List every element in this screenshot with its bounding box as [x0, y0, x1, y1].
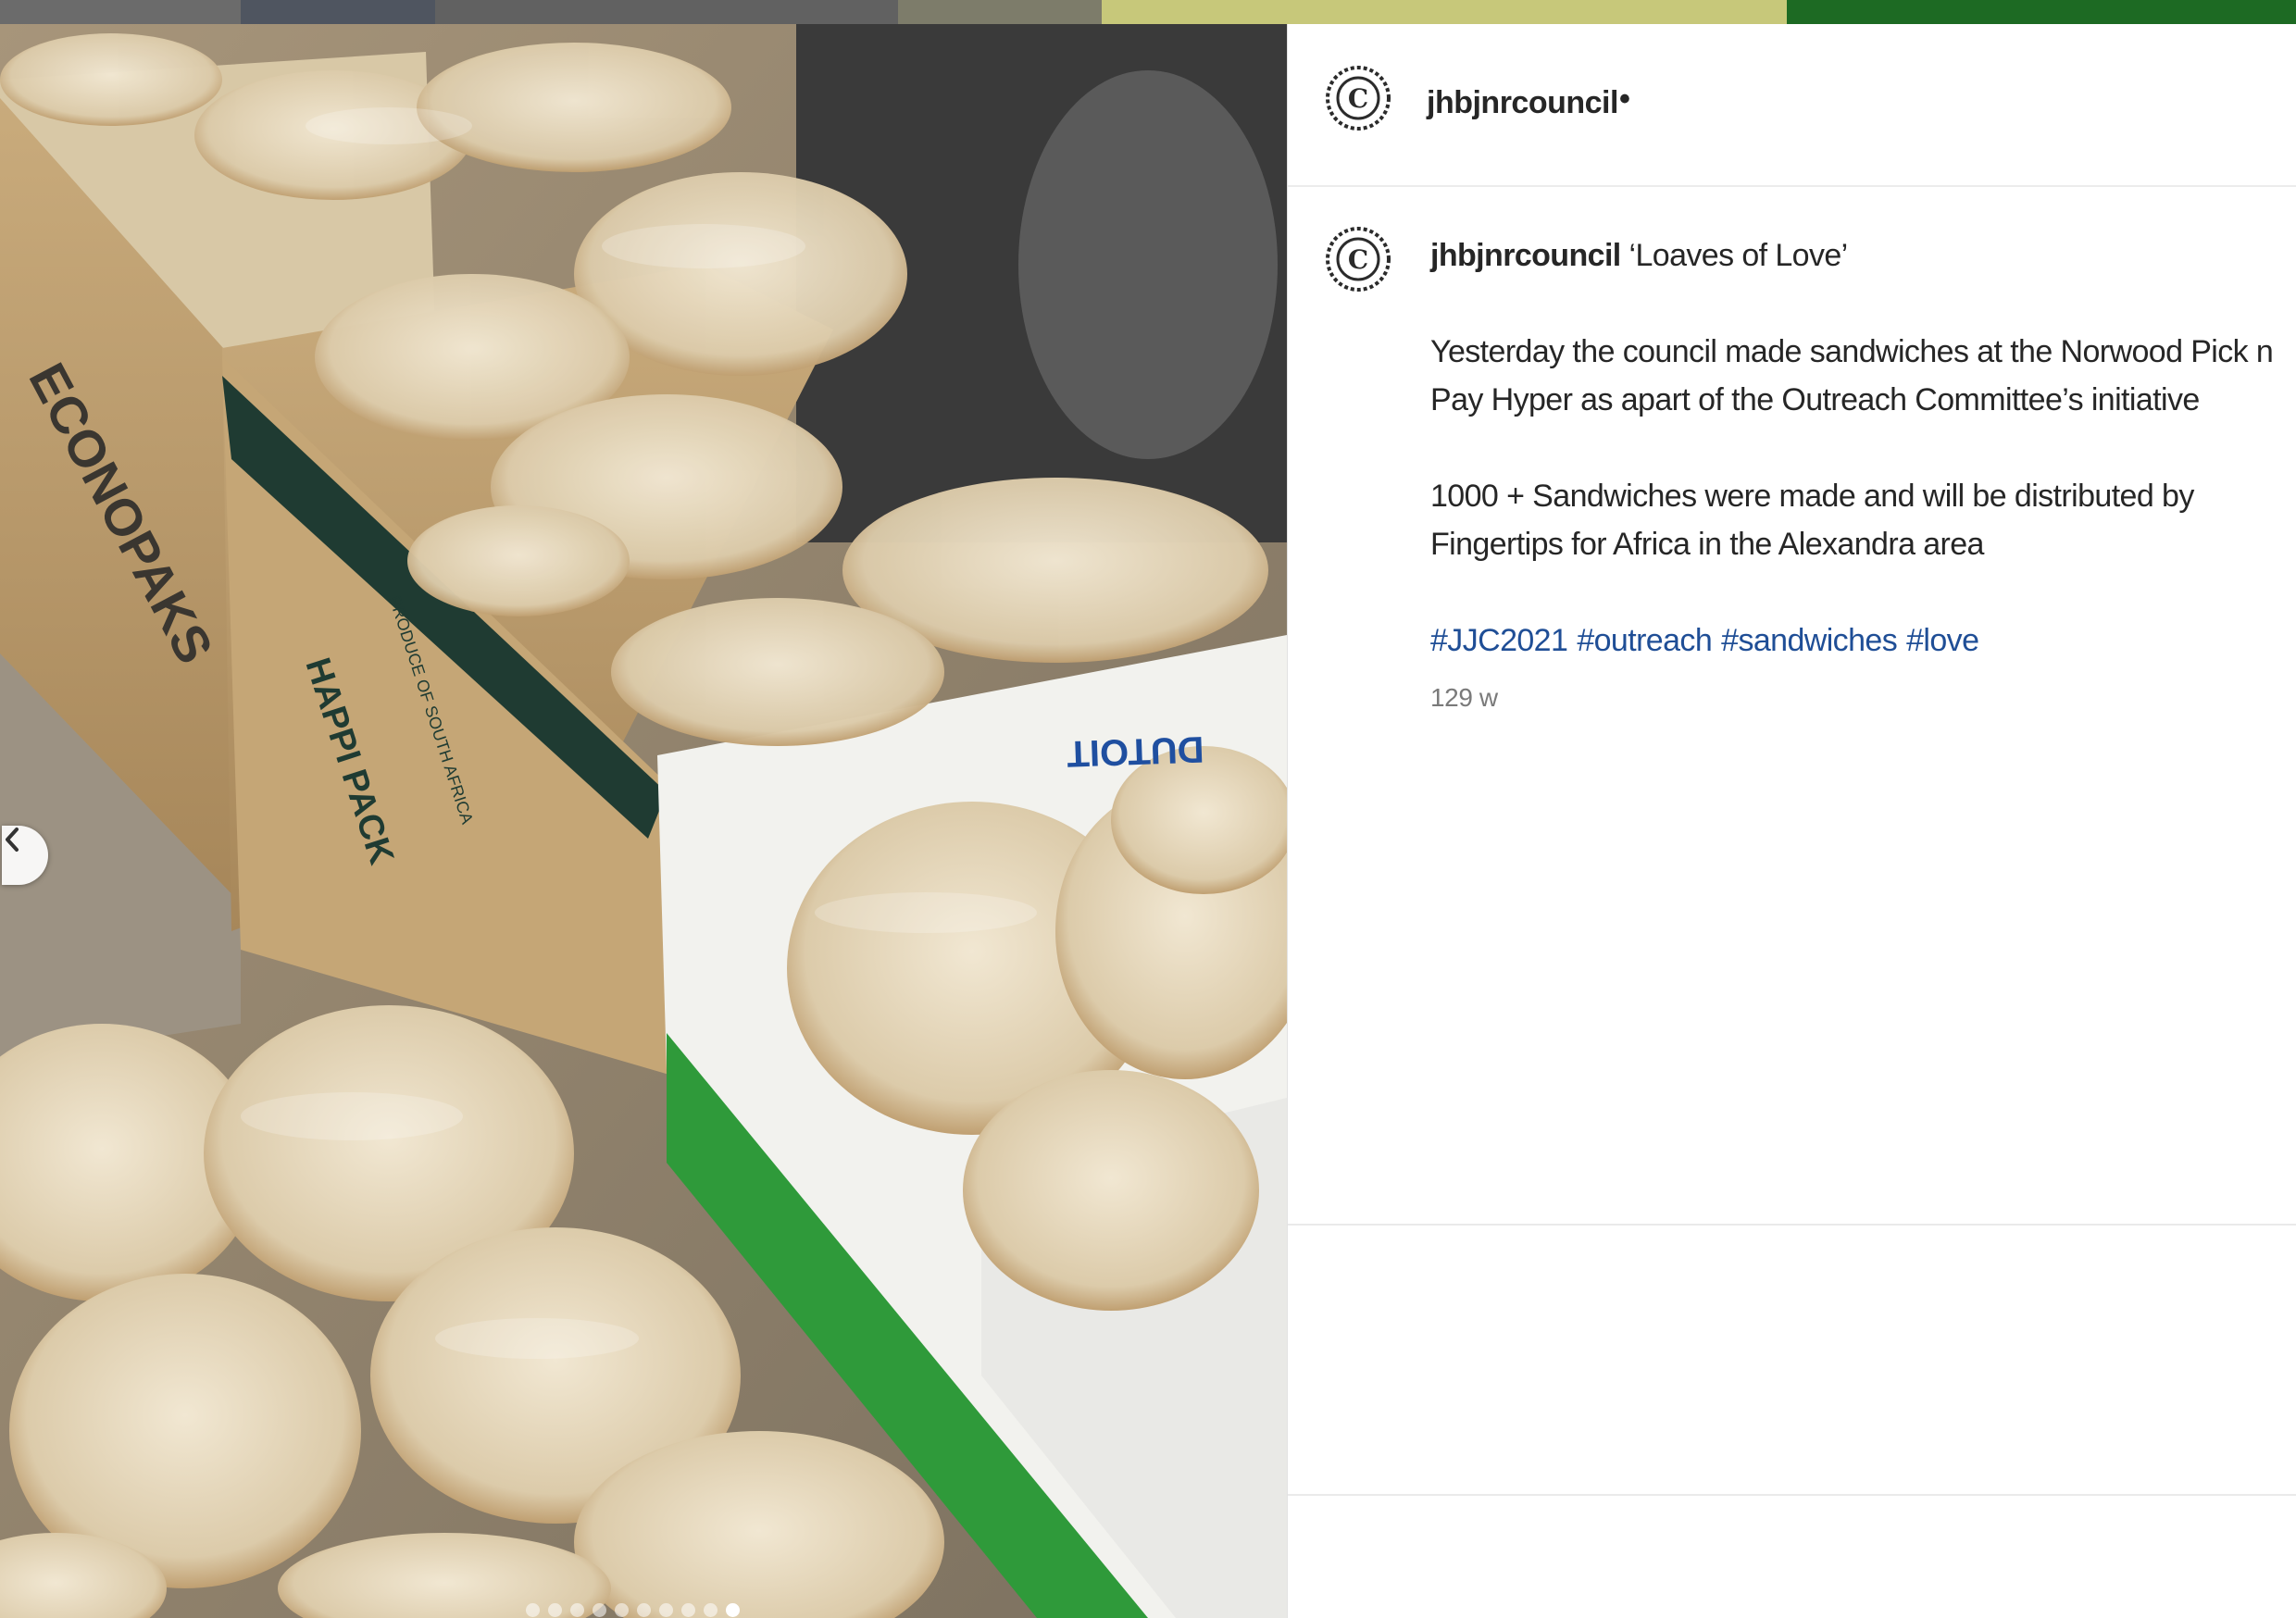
top-strip: [0, 0, 2296, 24]
top-strip-segment: [1102, 0, 1787, 24]
caption-title: ‘Loaves of Love’: [1628, 238, 1849, 273]
carousel-dot: [593, 1603, 606, 1617]
post-caption: jhbjnrcouncil ‘Loaves of Love’ Yesterday…: [1430, 231, 2282, 665]
chevron-left-icon: [6, 828, 19, 852]
post-timestamp[interactable]: 129 w: [1430, 683, 1498, 713]
top-strip-segment: [0, 0, 241, 24]
post-side-panel: C jhbjnrcouncil • C jhbjnrcouncil ‘Loave…: [1287, 24, 2296, 1618]
post-header: C jhbjnrcouncil •: [1288, 24, 2296, 187]
carousel-dot: [637, 1603, 651, 1617]
hashtag-list: #JJC2021 #outreach #sandwiches #love: [1430, 616, 2282, 665]
hashtag-link[interactable]: #love: [1906, 623, 1979, 658]
caption-title-line: jhbjnrcouncil ‘Loaves of Love’: [1430, 231, 2282, 280]
carousel-dot: [659, 1603, 673, 1617]
top-strip-segment: [898, 0, 1102, 24]
post-photo[interactable]: ECONOPAKS HAPPI PACK PRODUCE OF SOUTH AF…: [0, 24, 1287, 1618]
top-strip-segment: [241, 0, 435, 24]
caption-paragraph-1: Yesterday the council made sandwiches at…: [1430, 334, 2274, 417]
follow-separator: •: [1619, 81, 1630, 117]
caption-avatar[interactable]: C: [1325, 226, 1391, 292]
caption-paragraph-2: 1000 + Sandwiches were made and will be …: [1430, 479, 2194, 562]
carousel-dot: [570, 1603, 584, 1617]
carousel-dot: [681, 1603, 695, 1617]
carousel-dot: [615, 1603, 629, 1617]
svg-text:C: C: [1348, 244, 1368, 275]
carousel-dot: [526, 1603, 540, 1617]
comment-divider: [1288, 1494, 2296, 1496]
box-brand-dutoit: DUTOIT: [1067, 728, 1205, 774]
hashtag-link[interactable]: #JJC2021: [1430, 623, 1568, 658]
svg-text:C: C: [1348, 83, 1368, 114]
hashtag-link[interactable]: #outreach: [1577, 623, 1712, 658]
avatar[interactable]: C: [1325, 65, 1391, 131]
header-username-link[interactable]: jhbjnrcouncil: [1427, 85, 1618, 121]
top-strip-segment: [1787, 0, 2296, 24]
actions-divider: [1288, 1224, 2296, 1226]
carousel-indicator: [526, 1603, 740, 1617]
caption-username-link[interactable]: jhbjnrcouncil: [1430, 238, 1621, 273]
carousel-dot: [548, 1603, 562, 1617]
carousel-dot: [726, 1603, 740, 1617]
hashtag-link[interactable]: #sandwiches: [1721, 623, 1898, 658]
carousel-dot: [704, 1603, 718, 1617]
top-strip-segment: [435, 0, 898, 24]
photo-illustration: ECONOPAKS HAPPI PACK PRODUCE OF SOUTH AF…: [0, 24, 1287, 1618]
